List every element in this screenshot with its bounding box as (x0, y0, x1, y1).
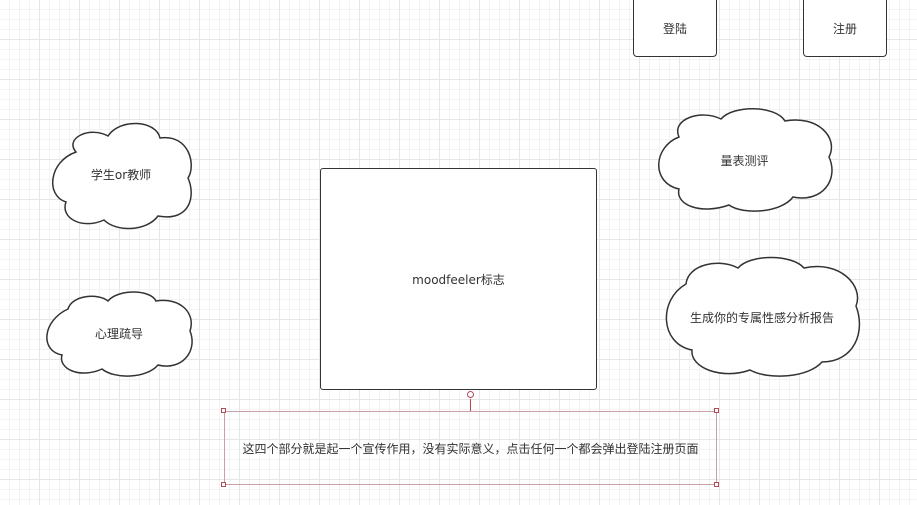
register-button[interactable]: 注册 (803, 0, 887, 57)
cloud-student-teacher-label: 学生or教师 (90, 167, 152, 182)
resize-handle-bottom-left[interactable] (221, 482, 226, 487)
cloud-report-label: 生成你的专属性感分析报告 (689, 310, 834, 325)
login-button[interactable]: 登陆 (633, 0, 717, 57)
cloud-student-teacher[interactable]: 学生or教师 (50, 118, 192, 230)
connector-line (470, 399, 471, 411)
diagram-canvas: 登陆 注册 学生or教师 心理疏导 moodfeeler标志 量表测评 生成你的… (0, 0, 917, 505)
note-textbox[interactable]: 这四个部分就是起一个宣传作用，没有实际意义，点击任何一个都会弹出登陆注册页面 (224, 411, 717, 485)
register-button-label: 注册 (832, 21, 857, 36)
cloud-report[interactable]: 生成你的专属性感分析报告 (664, 256, 861, 377)
resize-handle-top-right[interactable] (714, 408, 719, 413)
connector-handle[interactable] (467, 391, 474, 398)
moodfeeler-logo-placeholder: moodfeeler标志 (320, 168, 597, 390)
note-text: 这四个部分就是起一个宣传作用，没有实际意义，点击任何一个都会弹出登陆注册页面 (242, 441, 699, 456)
cloud-counseling[interactable]: 心理疏导 (46, 291, 193, 377)
resize-handle-bottom-right[interactable] (714, 482, 719, 487)
logo-label: moodfeeler标志 (412, 272, 505, 287)
login-button-label: 登陆 (662, 21, 687, 36)
cloud-scale-assessment[interactable]: 量表测评 (657, 107, 833, 213)
cloud-scale-assessment-label: 量表测评 (720, 153, 769, 168)
cloud-counseling-label: 心理疏导 (94, 327, 143, 341)
resize-handle-top-left[interactable] (221, 408, 226, 413)
